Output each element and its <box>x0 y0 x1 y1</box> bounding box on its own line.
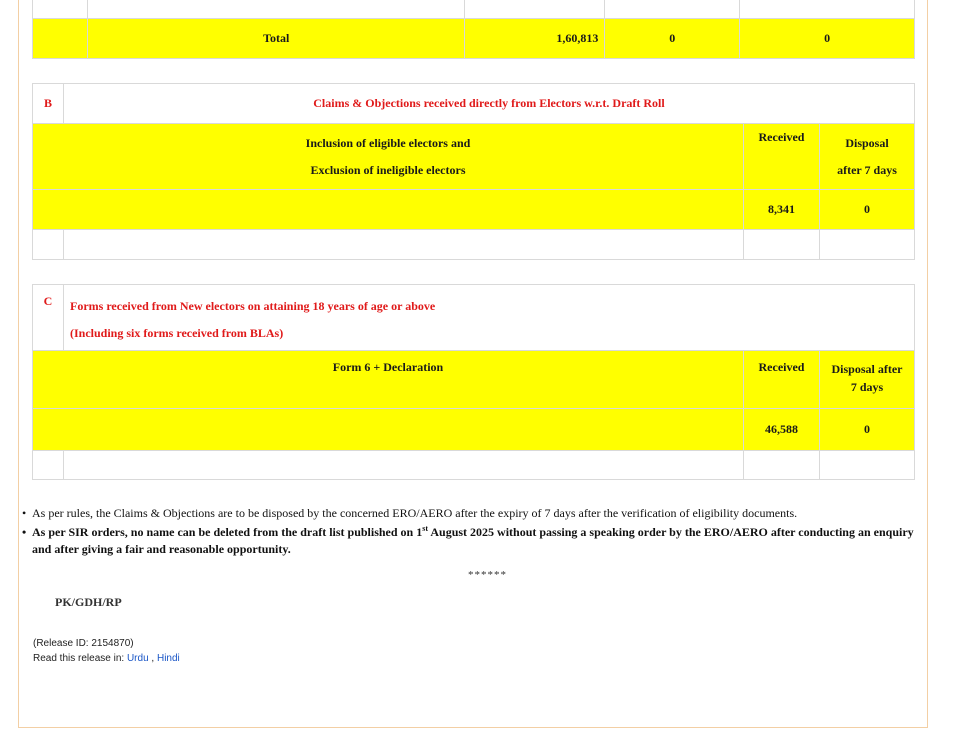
section-c-table: C Forms received from New electors on at… <box>32 284 915 480</box>
notes-list: As per rules, the Claims & Objections ar… <box>22 505 922 558</box>
total-label: Total <box>86 18 466 59</box>
read-in-label: Read this release in: <box>33 653 125 664</box>
note-1-text: As per rules, the Claims & Objections ar… <box>32 506 798 520</box>
received-value: 8,341 <box>743 189 820 230</box>
disposal-header: Disposal after 7 days <box>819 123 915 190</box>
section-c-letter: C <box>32 284 64 351</box>
received-header: Received <box>743 123 820 190</box>
c-disposal-header: Disposal after 7 days <box>819 350 915 409</box>
lang-separator: , <box>151 653 155 664</box>
release-id: (Release ID: 2154870) <box>33 638 134 649</box>
total-col4-value: 0 <box>739 18 915 59</box>
total-value: 1,60,813 <box>464 18 606 59</box>
section-b-letter: B <box>32 83 64 124</box>
read-release-in: Read this release in: Urdu , Hindi <box>33 651 180 666</box>
c-disposal-value: 0 <box>819 408 915 451</box>
c-disposal-header-line-1: Disposal after <box>831 362 903 376</box>
section-b-title: Claims & Objections received directly fr… <box>63 83 915 124</box>
disposal-header-line-1: Disposal <box>845 136 889 150</box>
release-info: (Release ID: 2154870) Read this release … <box>33 636 180 666</box>
c-received-header: Received <box>743 350 820 409</box>
disposal-header-line-2: after 7 days <box>837 163 897 177</box>
desc-line-1: Inclusion of eligible electors and <box>305 136 471 150</box>
note-2-text-pre: As per SIR orders, no name can be delete… <box>32 525 423 539</box>
section-b-description: Inclusion of eligible electors and Exclu… <box>32 123 744 190</box>
c-received-value: 46,588 <box>743 408 820 451</box>
section-c-title-line-1: Forms received from New electors on atta… <box>70 299 436 313</box>
note-item-1: As per rules, the Claims & Objections ar… <box>22 505 922 522</box>
urdu-link[interactable]: Urdu <box>127 653 149 664</box>
total-row: Total 1,60,813 0 0 <box>32 18 915 59</box>
desc-line-2: Exclusion of ineligible electors <box>310 163 466 177</box>
total-col3-value: 0 <box>604 18 741 59</box>
note-item-2: As per SIR orders, no name can be delete… <box>22 524 922 558</box>
hindi-link[interactable]: Hindi <box>157 653 180 664</box>
disposal-value: 0 <box>819 189 915 230</box>
section-c-title: Forms received from New electors on atta… <box>63 284 915 351</box>
c-disposal-header-line-2: 7 days <box>850 380 884 394</box>
separator-stars: ****** <box>468 569 507 581</box>
section-a-table: Total 1,60,813 0 0 <box>32 0 915 59</box>
section-b-table: B Claims & Objections received directly … <box>32 83 915 260</box>
section-c-title-line-2: (Including six forms received from BLAs) <box>70 326 284 340</box>
form-label: Form 6 + Declaration <box>32 350 744 409</box>
signature-initials: PK/GDH/RP <box>55 595 122 609</box>
